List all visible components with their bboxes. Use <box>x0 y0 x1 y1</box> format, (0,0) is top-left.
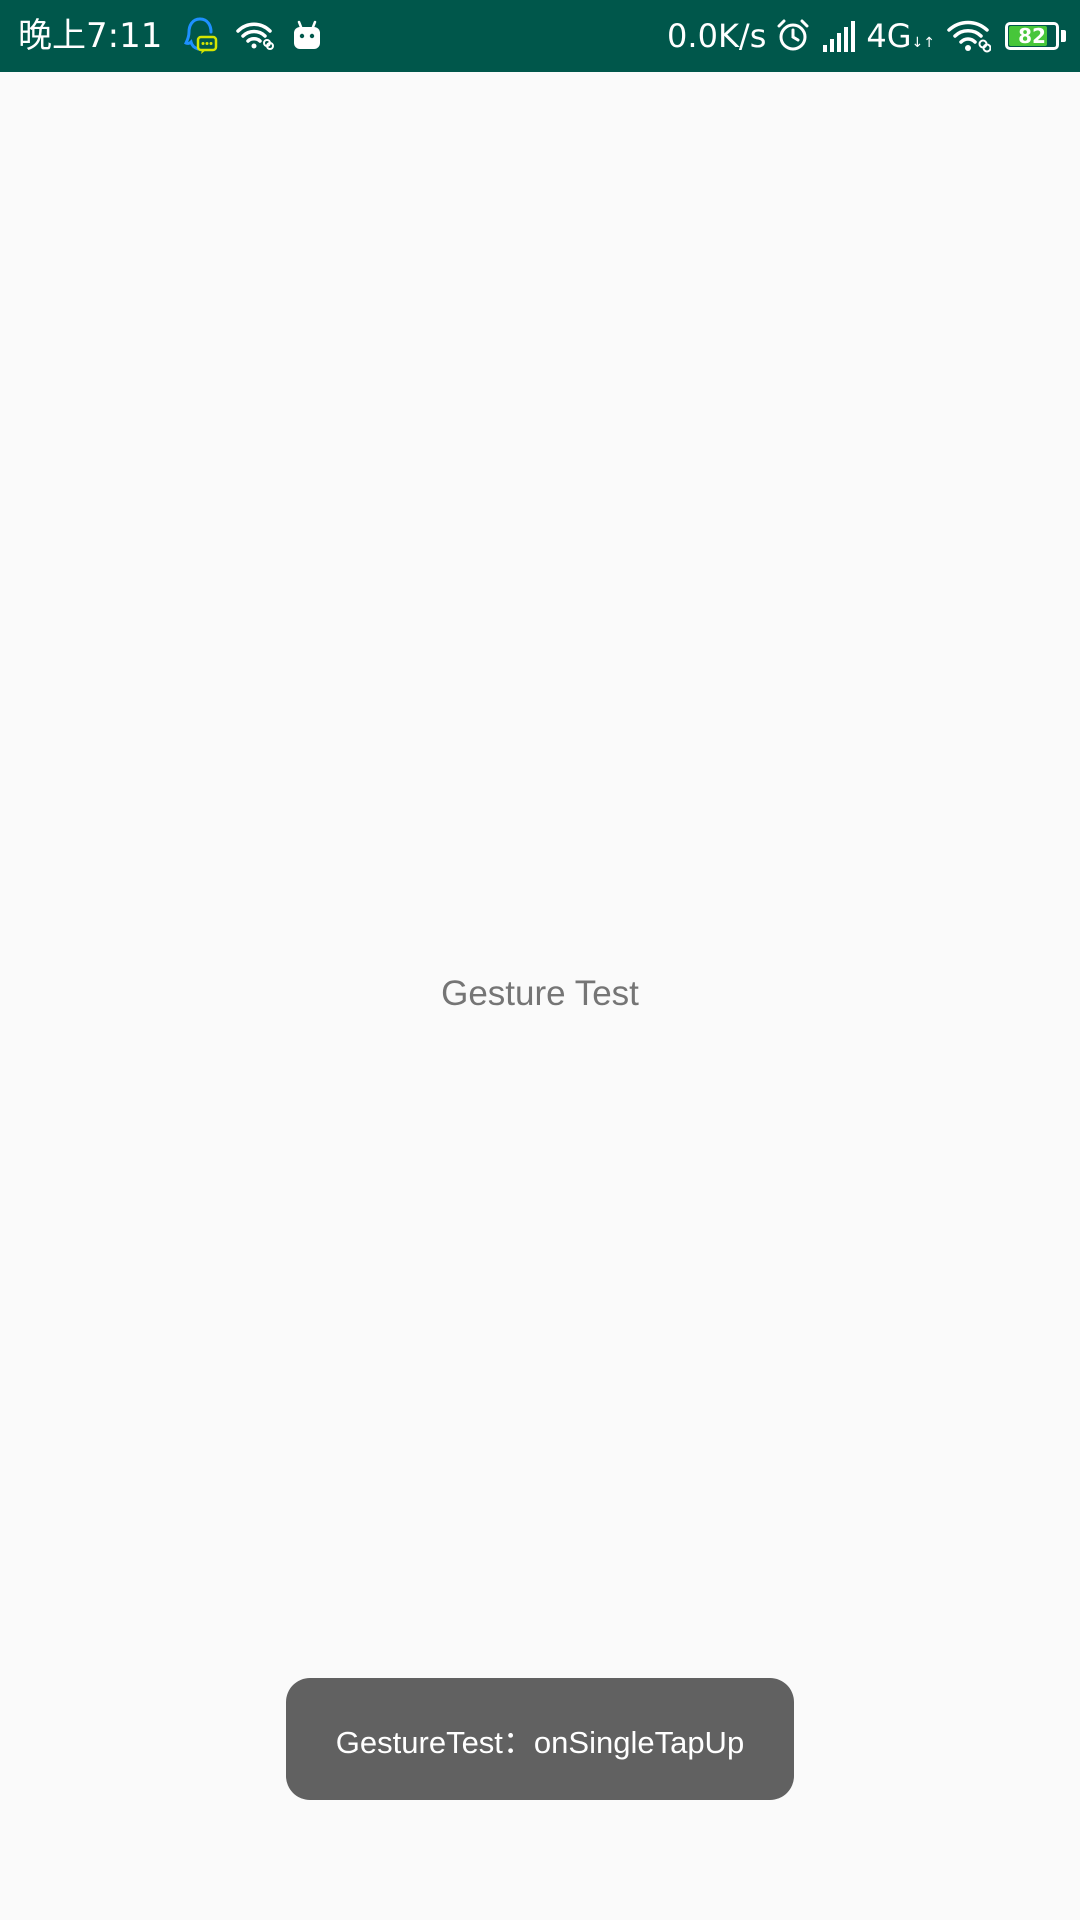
battery-level: 82 <box>1018 24 1046 48</box>
toast: GestureTest：onSingleTapUp <box>286 1678 794 1800</box>
status-bar-right: 0.0K/s 4G ↓↑ 82 <box>667 0 1066 72</box>
battery-cap <box>1061 30 1066 42</box>
wifi-link-icon <box>947 19 991 53</box>
network-type: 4G <box>866 17 912 55</box>
battery-icon: 82 <box>1005 22 1059 50</box>
android-icon <box>292 20 322 52</box>
signal-icon <box>822 19 858 53</box>
toast-text: GestureTest：onSingleTapUp <box>335 1724 745 1760</box>
status-time: 晚上7:11 <box>18 16 163 56</box>
main-content[interactable]: Gesture Test GestureTest：onSingleTapUp <box>0 72 1080 1920</box>
net-speed: 0.0K/s <box>667 17 767 55</box>
gesture-test-label: Gesture Test <box>441 974 639 1013</box>
alarm-icon <box>776 19 810 53</box>
status-bar-left: 晚上7:11 <box>18 0 340 72</box>
qq-icon <box>182 16 218 56</box>
status-bar: 晚上7:11 0.0K/s 4G ↓↑ 82 <box>0 0 1080 72</box>
network-activity-arrows: ↓↑ <box>911 35 935 51</box>
wifi-link-icon <box>236 21 275 51</box>
